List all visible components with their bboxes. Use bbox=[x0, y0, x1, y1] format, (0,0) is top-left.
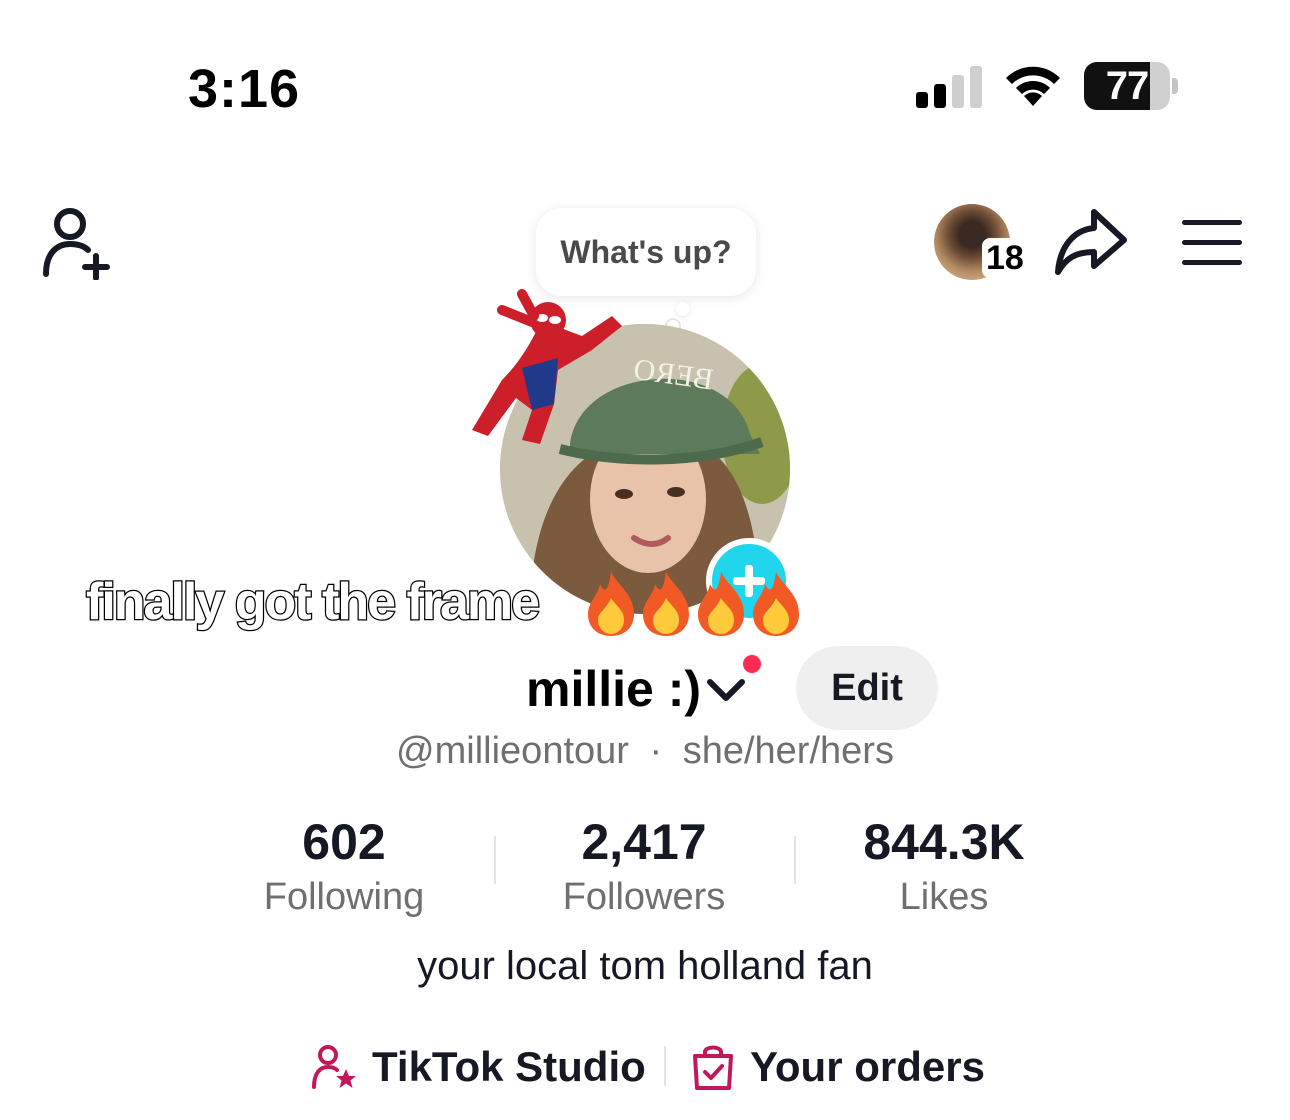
stats-divider bbox=[794, 836, 796, 884]
likes-count: 844.3K bbox=[863, 814, 1025, 870]
battery-icon: 77 bbox=[1084, 62, 1178, 110]
stat-followers[interactable]: 2,417 Followers bbox=[494, 812, 794, 922]
links-divider bbox=[664, 1046, 666, 1086]
profile-bio: your local tom holland fan bbox=[417, 944, 873, 988]
profile-links: TikTok Studio Your orders bbox=[0, 1032, 1290, 1102]
notification-dot bbox=[740, 652, 764, 676]
pronouns: she/her/hers bbox=[682, 730, 894, 772]
profile-stats: 602 Following 2,417 Followers 844.3K Lik… bbox=[194, 812, 1094, 922]
name-row: millie :) bbox=[0, 652, 1290, 724]
following-label: Following bbox=[263, 876, 425, 918]
fire-icon bbox=[643, 572, 689, 636]
handle-row: @millieontour · she/her/hers bbox=[0, 730, 1290, 773]
fire-icon bbox=[698, 572, 744, 636]
fire-emoji-row bbox=[584, 570, 804, 638]
add-friend-icon[interactable] bbox=[38, 204, 118, 280]
fire-icon bbox=[753, 572, 799, 636]
display-name[interactable]: millie :) bbox=[526, 660, 701, 718]
your-orders-link[interactable]: Your orders bbox=[690, 1032, 985, 1102]
followers-count: 2,417 bbox=[581, 814, 707, 870]
share-icon[interactable] bbox=[1052, 206, 1130, 278]
spider-man-frame-icon bbox=[472, 289, 622, 444]
menu-icon[interactable] bbox=[1180, 216, 1244, 270]
following-count: 602 bbox=[302, 814, 386, 870]
fire-icon bbox=[588, 572, 634, 636]
cellular-signal-icon bbox=[916, 66, 982, 108]
likes-label: Likes bbox=[899, 876, 989, 918]
shopping-bag-icon bbox=[693, 1045, 733, 1090]
bubble-tail-dot bbox=[676, 302, 690, 316]
followers-label: Followers bbox=[562, 876, 726, 918]
bubble-text: What's up? bbox=[560, 233, 732, 270]
studio-user-star-icon bbox=[312, 1045, 356, 1089]
status-time: 3:16 bbox=[188, 59, 301, 119]
handle-separator: · bbox=[649, 730, 663, 772]
edit-profile-button[interactable]: Edit bbox=[796, 646, 938, 730]
frame-caption: finally got the frame bbox=[85, 572, 542, 633]
username-handle: @millieontour bbox=[396, 730, 629, 772]
tiktok-studio-link[interactable]: TikTok Studio bbox=[310, 1032, 646, 1102]
stat-likes[interactable]: 844.3K Likes bbox=[794, 812, 1094, 922]
stat-following[interactable]: 602 Following bbox=[194, 812, 494, 922]
wifi-icon bbox=[1006, 66, 1060, 106]
tiktok-studio-label: TikTok Studio bbox=[372, 1043, 646, 1090]
stats-divider bbox=[494, 836, 496, 884]
account-switch-chevron-icon[interactable] bbox=[706, 676, 746, 706]
story-count-badge: 18 bbox=[982, 238, 1028, 278]
your-orders-label: Your orders bbox=[750, 1043, 985, 1090]
battery-level: 77 bbox=[1105, 64, 1150, 108]
